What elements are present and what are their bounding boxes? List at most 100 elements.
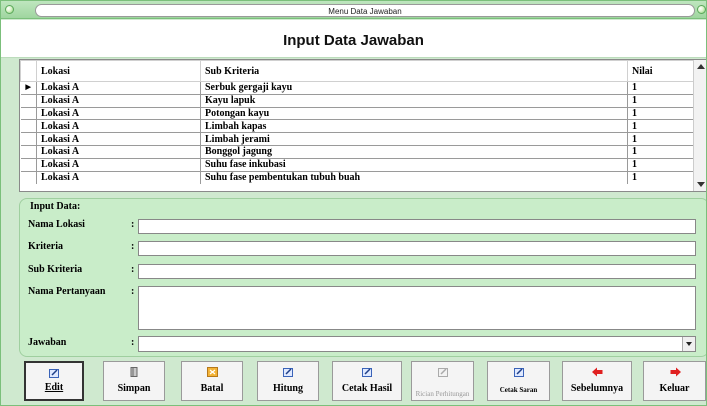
cell-lokasi[interactable]: Lokasi A: [36, 170, 201, 184]
print-suggestion-button[interactable]: Cetak Saran: [487, 361, 550, 401]
jawaban-select[interactable]: [138, 336, 696, 352]
cell-nilai[interactable]: 1: [627, 93, 695, 108]
calculation-details-button[interactable]: Rician Perhitungan: [411, 361, 474, 401]
cell-lokasi[interactable]: Lokasi A: [36, 106, 201, 120]
label-jawaban: Jawaban: [28, 337, 67, 348]
cell-nilai[interactable]: 1: [627, 144, 695, 159]
sub-kriteria-input[interactable]: [138, 264, 696, 279]
cell-sub-kriteria[interactable]: Kayu lapuk: [200, 93, 628, 108]
calculate-label: Hitung: [272, 383, 303, 394]
label-sub-kriteria: Sub Kriteria: [28, 264, 83, 275]
cell-nilai[interactable]: 1: [627, 170, 695, 184]
details-icon: [437, 368, 448, 377]
save-button[interactable]: Simpan: [103, 361, 165, 401]
nama-pertanyaan-textarea[interactable]: [138, 286, 696, 330]
cell-lokasi[interactable]: Lokasi A: [36, 132, 201, 146]
cell-nilai[interactable]: 1: [627, 106, 695, 120]
colon: :: [131, 264, 135, 275]
print-result-label: Cetak Hasil: [341, 383, 393, 394]
cell-lokasi[interactable]: Lokasi A: [36, 119, 201, 133]
cell-sub-kriteria[interactable]: Suhu fase pembentukan tubuh buah: [200, 170, 628, 184]
print-result-button[interactable]: Cetak Hasil: [332, 361, 402, 401]
cancel-button[interactable]: Batal: [181, 361, 243, 401]
scroll-up-icon[interactable]: [697, 64, 705, 69]
vertical-scrollbar[interactable]: [693, 60, 706, 191]
cell-nilai[interactable]: 1: [627, 81, 695, 95]
save-icon: [130, 367, 138, 377]
previous-button[interactable]: Sebelumnya: [562, 361, 632, 401]
chevron-down-icon[interactable]: [682, 337, 695, 351]
panel-legend: Input Data:: [28, 201, 83, 212]
print-icon: [362, 368, 372, 377]
table-row[interactable]: Lokasi A Potongan kayu 1: [20, 106, 695, 120]
table-row[interactable]: Lokasi A Kayu lapuk 1: [20, 93, 695, 108]
calculate-button[interactable]: Hitung: [257, 361, 319, 401]
column-header-nilai[interactable]: Nilai: [627, 60, 695, 82]
row-selector[interactable]: [20, 132, 37, 146]
previous-label: Sebelumnya: [570, 383, 624, 394]
arrow-right-icon: [670, 367, 681, 377]
row-selector[interactable]: [20, 157, 37, 172]
window-control-icon[interactable]: [5, 5, 14, 14]
cell-sub-kriteria[interactable]: Limbah jerami: [200, 132, 628, 146]
calculate-icon: [283, 368, 293, 377]
button-bar: Edit Simpan Batal Hitung Cetak Hasil Ric…: [1, 359, 706, 405]
cell-sub-kriteria[interactable]: Suhu fase inkubasi: [200, 157, 628, 172]
save-label: Simpan: [117, 383, 151, 394]
title-bar: Menu Data Jawaban: [1, 1, 706, 19]
data-table: Lokasi Sub Kriteria Nilai ▶ Lokasi A Ser…: [20, 60, 695, 184]
column-header-lokasi[interactable]: Lokasi: [36, 60, 201, 82]
cell-lokasi[interactable]: Lokasi A: [36, 144, 201, 159]
label-nama-lokasi: Nama Lokasi: [28, 219, 85, 230]
colon: :: [131, 286, 135, 297]
table-row[interactable]: Lokasi A Limbah jerami 1: [20, 132, 695, 146]
table-row[interactable]: Lokasi A Limbah kapas 1: [20, 119, 695, 133]
cell-nilai[interactable]: 1: [627, 157, 695, 172]
table-row[interactable]: Lokasi A Bonggol jagung 1: [20, 144, 695, 159]
cell-sub-kriteria[interactable]: Potongan kayu: [200, 106, 628, 120]
app-window: Menu Data Jawaban Input Data Jawaban Lok…: [0, 0, 707, 406]
table-row[interactable]: Lokasi A Suhu fase pembentukan tubuh bua…: [20, 170, 695, 184]
cancel-icon: [207, 367, 218, 377]
data-grid[interactable]: Lokasi Sub Kriteria Nilai ▶ Lokasi A Ser…: [19, 59, 706, 192]
page-title: Input Data Jawaban: [283, 32, 424, 49]
window-close-icon[interactable]: [697, 5, 706, 14]
cell-nilai[interactable]: 1: [627, 132, 695, 146]
print-suggestion-icon: [513, 368, 524, 377]
calculation-details-label: Rician Perhitungan: [415, 390, 470, 398]
edit-button[interactable]: Edit: [24, 361, 84, 401]
row-selector[interactable]: [20, 144, 37, 159]
row-selector[interactable]: [20, 93, 37, 108]
edit-label: Edit: [44, 382, 64, 393]
kriteria-input[interactable]: [138, 241, 696, 256]
row-current-icon: ▶: [20, 81, 37, 95]
cell-sub-kriteria[interactable]: Limbah kapas: [200, 119, 628, 133]
cell-sub-kriteria[interactable]: Serbuk gergaji kayu: [200, 81, 628, 95]
cell-lokasi[interactable]: Lokasi A: [36, 157, 201, 172]
scroll-down-icon[interactable]: [697, 182, 705, 187]
window-title: Menu Data Jawaban: [328, 7, 402, 16]
nama-lokasi-input[interactable]: [138, 219, 696, 234]
cell-lokasi[interactable]: Lokasi A: [36, 81, 201, 95]
row-selector[interactable]: [20, 170, 37, 184]
column-header-sub-kriteria[interactable]: Sub Kriteria: [200, 60, 628, 82]
exit-button[interactable]: Keluar: [643, 361, 706, 401]
table-row[interactable]: Lokasi A Suhu fase inkubasi 1: [20, 157, 695, 172]
colon: :: [131, 241, 135, 252]
colon: :: [131, 219, 135, 230]
print-suggestion-label: Cetak Saran: [499, 386, 538, 394]
label-nama-pertanyaan: Nama Pertanyaan: [28, 286, 106, 297]
label-kriteria: Kriteria: [28, 241, 63, 252]
title-pill: Menu Data Jawaban: [35, 4, 695, 17]
cancel-label: Batal: [200, 383, 224, 394]
cell-nilai[interactable]: 1: [627, 119, 695, 133]
table-header-row: Lokasi Sub Kriteria Nilai: [20, 60, 695, 82]
row-selector-header: [20, 60, 37, 82]
row-selector[interactable]: [20, 119, 37, 133]
cell-sub-kriteria[interactable]: Bonggol jagung: [200, 144, 628, 159]
arrow-left-icon: [592, 367, 603, 377]
table-row[interactable]: ▶ Lokasi A Serbuk gergaji kayu 1: [20, 81, 695, 95]
exit-label: Keluar: [659, 383, 690, 394]
cell-lokasi[interactable]: Lokasi A: [36, 93, 201, 108]
row-selector[interactable]: [20, 106, 37, 120]
